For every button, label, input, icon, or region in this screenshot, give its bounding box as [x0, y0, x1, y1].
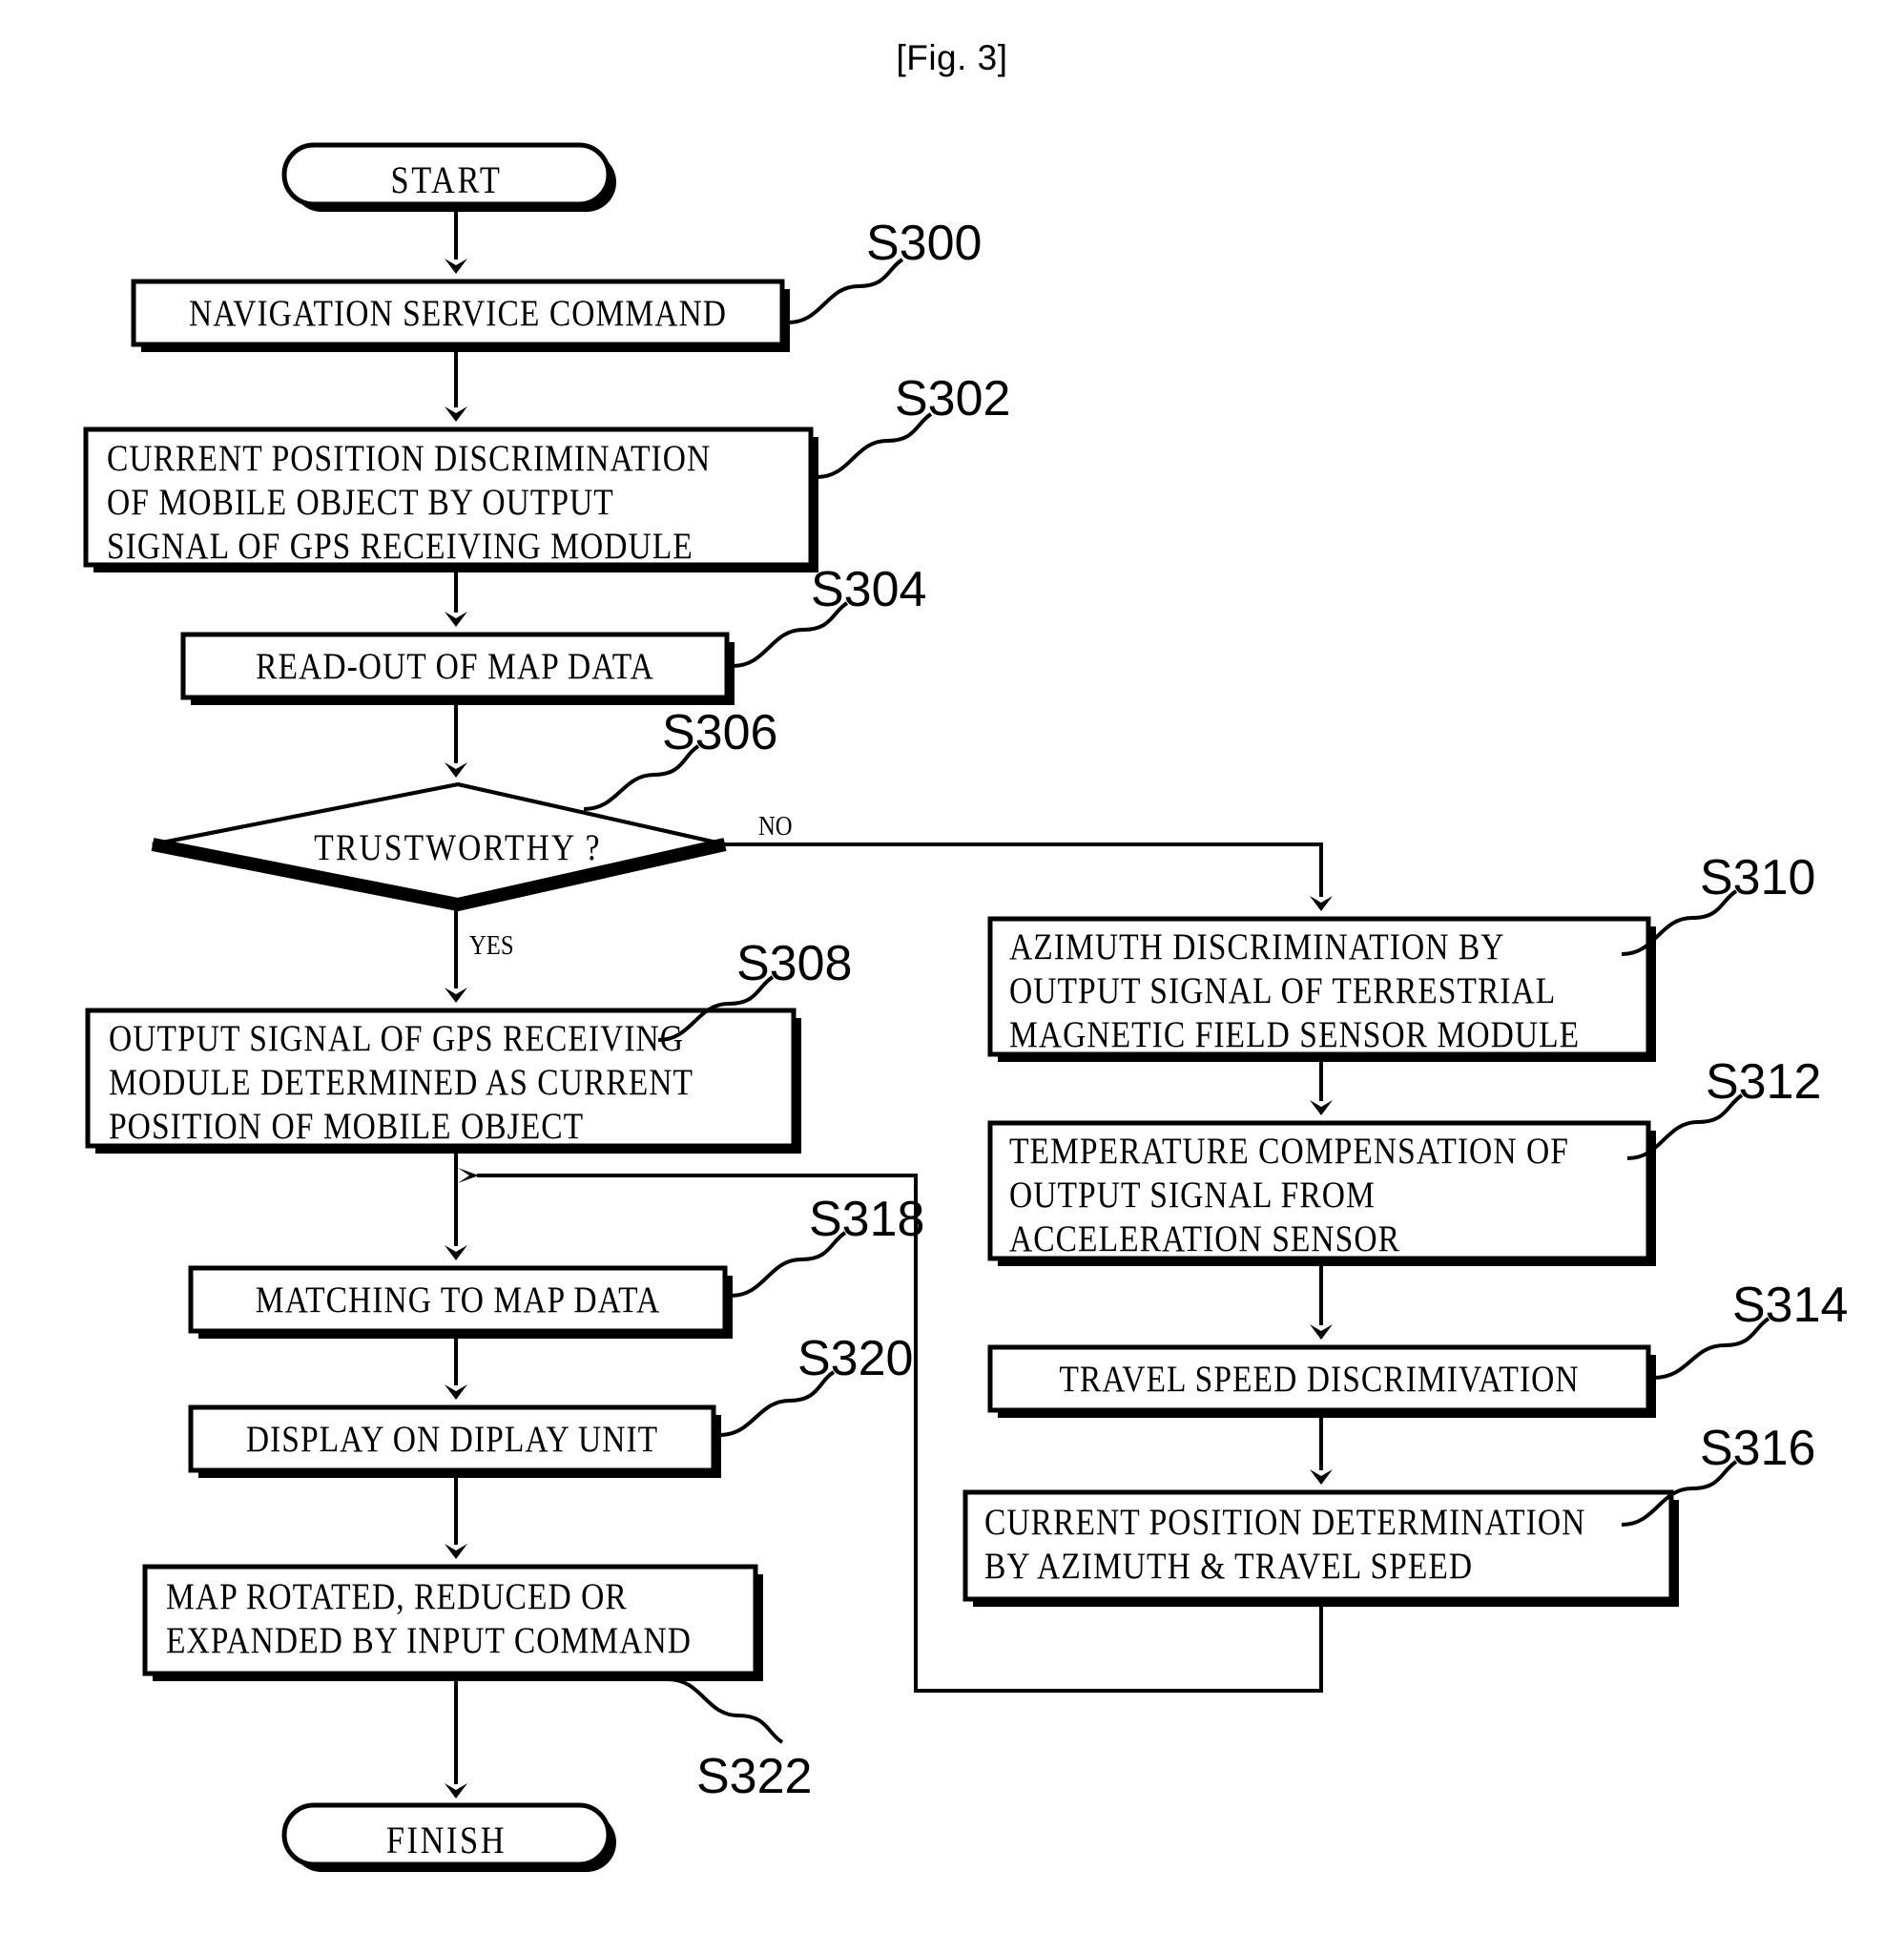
step-label-s304: S304 [811, 562, 927, 617]
node-s310-line3: MAGNETIC FIELD SENSOR MODULE [1009, 1014, 1581, 1055]
node-s314-label: TRAVEL SPEED DISCRIMIVATION [1059, 1359, 1580, 1400]
node-s300-label: NAVIGATION SERVICE COMMAND [189, 293, 727, 334]
node-s306-label: TRUSTWORTHY ? [314, 827, 602, 868]
node-s310-line1: AZIMUTH DISCRIMINATION BY [1009, 926, 1505, 967]
node-finish-label: FINISH [385, 1819, 507, 1861]
node-s320-label: DISPLAY ON DIPLAY UNIT [245, 1419, 659, 1460]
node-s302-line2: OF MOBILE OBJECT BY OUTPUT [107, 482, 614, 523]
node-s302-line3: SIGNAL OF GPS RECEIVING MODULE [107, 526, 693, 567]
node-start-label: START [390, 158, 503, 201]
step-label-s302: S302 [895, 371, 1011, 426]
node-s302-line1: CURRENT POSITION DISCRIMINATION [107, 438, 712, 479]
figure-canvas: [Fig. 3] START NAVIGATION SERVICE COMMAN… [0, 0, 1904, 1955]
step-label-s318: S318 [809, 1192, 925, 1247]
step-label-s310: S310 [1700, 850, 1816, 905]
step-label-s312: S312 [1706, 1054, 1822, 1110]
branch-label-yes: YES [469, 930, 514, 961]
node-s316-line2: BY AZIMUTH & TRAVEL SPEED [984, 1546, 1474, 1587]
node-s308-line3: POSITION OF MOBILE OBJECT [109, 1106, 585, 1147]
node-s318-label: MATCHING TO MAP DATA [255, 1279, 661, 1321]
node-s322-line1: MAP ROTATED, REDUCED OR [166, 1576, 628, 1617]
step-label-s300: S300 [866, 216, 983, 271]
node-s308-line1: OUTPUT SIGNAL OF GPS RECEIVING [109, 1018, 685, 1059]
node-s312-line3: ACCELERATION SENSOR [1009, 1218, 1401, 1259]
node-s312-line2: OUTPUT SIGNAL FROM [1009, 1175, 1376, 1216]
node-s310-line2: OUTPUT SIGNAL OF TERRESTRIAL [1009, 970, 1557, 1011]
step-label-s314: S314 [1732, 1278, 1849, 1333]
node-s312-line1: TEMPERATURE COMPENSATION OF [1009, 1131, 1569, 1172]
step-label-s316: S316 [1700, 1421, 1816, 1476]
node-s316-line1: CURRENT POSITION DETERMINATION [984, 1502, 1586, 1543]
step-label-s322: S322 [696, 1749, 813, 1804]
node-s308-line2: MODULE DETERMINED AS CURRENT [109, 1062, 694, 1103]
node-s322-line2: EXPANDED BY INPUT COMMAND [166, 1620, 693, 1661]
branch-label-no: NO [758, 811, 793, 842]
step-label-s308: S308 [736, 936, 853, 991]
step-label-s320: S320 [797, 1331, 914, 1386]
node-s304-label: READ-OUT OF MAP DATA [256, 646, 654, 687]
step-label-s306: S306 [662, 705, 778, 760]
